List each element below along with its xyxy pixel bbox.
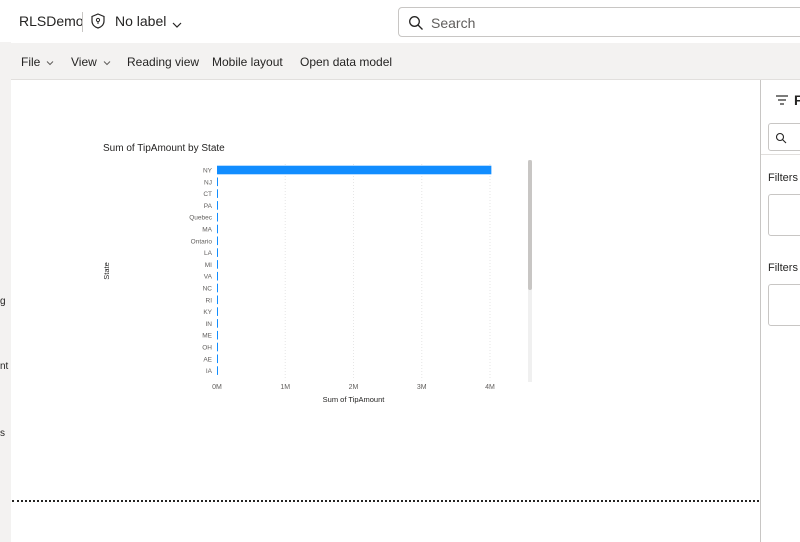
filter-icon[interactable] xyxy=(775,93,789,105)
search-box[interactable] xyxy=(398,7,800,37)
search-icon xyxy=(408,15,424,31)
bar[interactable] xyxy=(217,248,218,257)
page-boundary-line xyxy=(12,500,759,502)
y-tick-label: RI xyxy=(206,297,213,304)
bar[interactable] xyxy=(217,165,492,175)
y-tick-label: AE xyxy=(203,356,212,363)
menu-reading-view[interactable]: Reading view xyxy=(127,55,199,69)
left-strip xyxy=(0,42,11,542)
y-tick-label: CT xyxy=(203,191,212,198)
menu-mobile-layout[interactable]: Mobile layout xyxy=(212,55,283,69)
bar[interactable] xyxy=(217,307,218,316)
bar[interactable] xyxy=(217,354,218,364)
report-title[interactable]: RLSDemo xyxy=(19,13,84,29)
y-tick-label: NJ xyxy=(204,179,212,186)
chevron-down-icon[interactable] xyxy=(172,16,182,28)
y-tick-label: Ontario xyxy=(191,238,213,245)
filter-pane: F Filters Filters xyxy=(760,80,800,542)
bar[interactable] xyxy=(217,201,218,210)
x-tick-label: 3M xyxy=(417,384,427,391)
y-tick-label: KY xyxy=(203,309,212,316)
chart-title: Sum of TipAmount by State xyxy=(103,143,225,154)
filter-drop-well[interactable] xyxy=(768,284,800,326)
x-tick-label: 1M xyxy=(280,384,290,391)
bar-chart[interactable]: 0M 1M 2M 3M 4M NY NJ CT PA Quebec MA Ontario LA MI VA N… xyxy=(95,155,535,415)
y-tick-label: IN xyxy=(206,321,213,328)
bar[interactable] xyxy=(217,260,218,269)
y-tick-label: MA xyxy=(202,227,212,234)
bar[interactable] xyxy=(217,330,218,340)
y-tick-label: LA xyxy=(204,250,213,257)
menu-open-data-model[interactable]: Open data model xyxy=(300,55,392,69)
bar[interactable] xyxy=(217,177,218,187)
bar[interactable] xyxy=(217,212,218,222)
bar[interactable] xyxy=(217,271,218,281)
y-tick-label: IA xyxy=(206,368,213,375)
sensitivity-label[interactable]: No label xyxy=(115,13,166,29)
title-separator xyxy=(82,12,83,32)
y-tick-label: ME xyxy=(202,333,212,340)
clipped-label: s xyxy=(0,428,5,439)
clipped-label: g xyxy=(0,296,6,307)
y-tick-label: NY xyxy=(203,168,213,175)
bar[interactable] xyxy=(217,319,218,328)
y-tick-label: Quebec xyxy=(189,215,213,222)
filter-pane-title: F xyxy=(794,92,800,108)
bar[interactable] xyxy=(217,295,218,305)
menu-view[interactable]: View xyxy=(71,55,111,69)
top-bar: RLSDemo No label xyxy=(0,0,800,42)
chevron-down-icon xyxy=(103,60,111,66)
shield-icon[interactable] xyxy=(90,13,106,29)
x-tick-label: 4M xyxy=(485,384,495,391)
y-axis-title: State xyxy=(102,262,111,280)
filter-drop-well[interactable] xyxy=(768,194,800,236)
filter-divider xyxy=(761,154,800,155)
scrollbar-thumb[interactable] xyxy=(528,160,532,290)
bar[interactable] xyxy=(217,189,218,198)
y-tick-label: NC xyxy=(203,286,213,293)
filters-heading: Filters xyxy=(768,262,798,274)
menu-file[interactable]: File xyxy=(21,55,54,69)
bar[interactable] xyxy=(217,236,218,246)
search-input[interactable] xyxy=(429,14,733,32)
y-tick-label: PA xyxy=(204,203,213,210)
menu-bar: File View Reading view Mobile layout Ope… xyxy=(11,43,800,80)
y-tick-label: OH xyxy=(202,345,212,352)
bar[interactable] xyxy=(217,283,218,293)
y-tick-label: MI xyxy=(205,262,212,269)
chevron-down-icon xyxy=(46,60,54,66)
bar[interactable] xyxy=(217,224,218,234)
chart-scrollbar[interactable] xyxy=(528,160,532,382)
bar[interactable] xyxy=(217,366,218,375)
search-icon xyxy=(775,131,787,144)
bar[interactable] xyxy=(217,342,218,352)
x-tick-label: 0M xyxy=(212,384,222,391)
filters-heading: Filters xyxy=(768,172,798,184)
x-tick-label: 2M xyxy=(349,384,359,391)
x-axis-title: Sum of TipAmount xyxy=(323,395,386,404)
y-tick-label: VA xyxy=(204,274,213,281)
clipped-label: nt xyxy=(0,361,9,372)
filter-search-box[interactable] xyxy=(768,123,800,151)
